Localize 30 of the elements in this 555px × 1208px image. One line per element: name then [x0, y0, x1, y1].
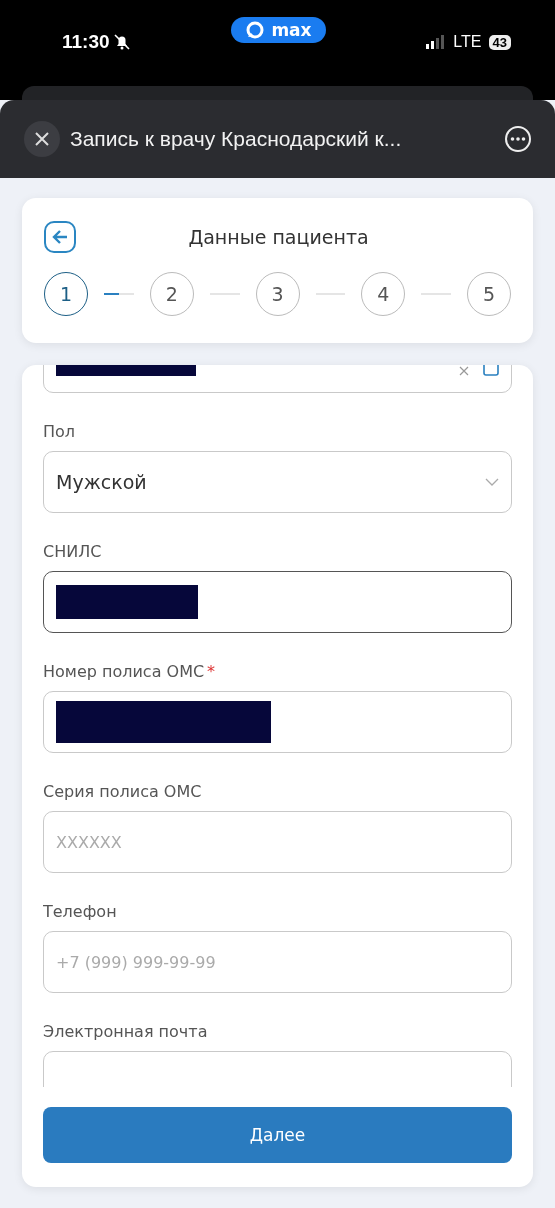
field-label: Телефон — [43, 902, 117, 921]
required-asterisk: * — [207, 662, 216, 681]
clock-time: 11:30 — [62, 31, 110, 53]
chevron-down-icon — [485, 478, 499, 486]
sheet-title: Запись к врачу Краснодарский к... — [70, 127, 403, 151]
chat-bubble-icon — [245, 20, 266, 40]
app-pill[interactable]: max — [231, 17, 326, 43]
battery-level: 43 — [488, 34, 511, 50]
more-icon — [503, 124, 533, 154]
input-field[interactable] — [43, 571, 512, 633]
back-button[interactable] — [44, 221, 76, 253]
step-indicator[interactable]: 1 — [44, 272, 88, 316]
step-indicator[interactable]: 4 — [361, 272, 406, 316]
close-icon — [35, 132, 49, 146]
step-indicator[interactable]: 2 — [149, 272, 194, 316]
page-title: Данные пациента — [187, 226, 370, 248]
network-label: LTE — [453, 33, 482, 51]
field-label: Электронная почта — [43, 1022, 208, 1041]
field-label: Серия полиса ОМС — [43, 782, 202, 801]
clear-icon — [459, 366, 469, 376]
field-label: Пол — [43, 422, 76, 441]
step-indicator[interactable]: 3 — [255, 272, 300, 316]
select-field[interactable]: Мужской — [43, 451, 512, 513]
signal-icon — [426, 35, 447, 49]
close-button[interactable] — [24, 121, 60, 157]
step-indicator[interactable]: 5 — [467, 272, 511, 316]
field-label: Номер полиса ОМС — [43, 662, 205, 681]
next-button[interactable]: Далее — [43, 1107, 512, 1163]
field-label: СНИЛС — [43, 542, 102, 561]
more-button[interactable] — [503, 124, 533, 154]
